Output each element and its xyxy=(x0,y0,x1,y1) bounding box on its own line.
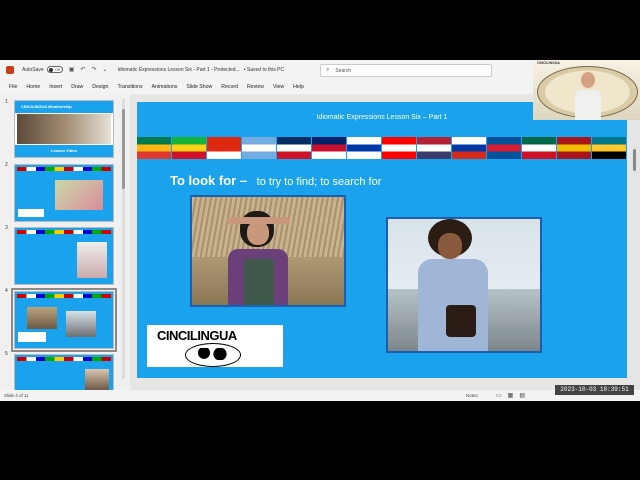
autosave-label: AutoSave xyxy=(22,66,44,73)
redo-icon[interactable]: ↷ xyxy=(91,66,96,73)
slide-scrollbar[interactable] xyxy=(632,99,637,389)
presenter xyxy=(575,72,601,120)
idiom-heading: To look for – to try to find; to search … xyxy=(170,173,381,188)
thumbnail-1-photo xyxy=(17,114,111,144)
country-flag xyxy=(277,137,311,159)
country-flag xyxy=(592,137,626,159)
country-flag xyxy=(172,137,206,159)
slide-thumbnail-pane: 1 CINCILINGUA Membership Lesson Video 2 … xyxy=(0,94,130,392)
tab-insert[interactable]: Insert xyxy=(49,84,62,90)
tab-review[interactable]: Review xyxy=(247,84,264,90)
woman-searching-bag-photo[interactable] xyxy=(386,217,542,353)
search-box[interactable]: ⌕ Search xyxy=(320,64,492,77)
slide-canvas[interactable]: Idiomatic Expressions Lesson Six – Part … xyxy=(137,102,627,378)
tab-home[interactable]: Home xyxy=(26,84,40,90)
tab-record[interactable]: Record xyxy=(221,84,238,90)
country-flag xyxy=(207,137,241,159)
country-flag xyxy=(417,137,451,159)
thumbnail-scrollbar[interactable] xyxy=(122,99,125,379)
country-flag xyxy=(347,137,381,159)
country-flag xyxy=(522,137,556,159)
slide-thumbnail-1[interactable]: CINCILINGUA Membership Lesson Video xyxy=(14,100,114,158)
slide-thumbnail-3[interactable] xyxy=(14,227,114,285)
notes-button[interactable]: Notes xyxy=(466,393,478,398)
normal-view-icon[interactable]: ▭ xyxy=(496,392,502,399)
idiom-definition: to try to find; to search for xyxy=(256,176,382,188)
autosave-toggle[interactable]: Off xyxy=(46,66,63,73)
undo-icon[interactable]: ↶ xyxy=(80,66,85,73)
status-bar: Slide 4 of 11 Notes ▭ ▦ ▤ xyxy=(0,390,640,401)
document-title: Idiomatic Expressions Lesson Six - Part … xyxy=(117,66,240,73)
thumbnail-number: 2 xyxy=(5,162,8,168)
country-flag xyxy=(557,137,591,159)
slide-thumbnail-4[interactable] xyxy=(11,288,117,352)
tab-slide-show[interactable]: Slide Show xyxy=(186,84,212,90)
thumbnail-1-caption: Lesson Video xyxy=(51,148,77,153)
webcam-logo-text: CINCILINGUA xyxy=(537,61,560,65)
customize-toolbar-icon[interactable]: ⌄ xyxy=(102,66,107,73)
thumbnail-number: 1 xyxy=(5,99,8,105)
tab-view[interactable]: View xyxy=(273,84,284,90)
search-icon: ⌕ xyxy=(326,67,330,73)
save-status[interactable]: • Saved to this PC xyxy=(244,67,284,73)
country-flag xyxy=(312,137,346,159)
tab-file[interactable]: File xyxy=(9,84,17,90)
tab-animations[interactable]: Animations xyxy=(152,84,178,90)
thumbnail-1-title: CINCILINGUA Membership xyxy=(21,104,72,109)
save-icon[interactable]: ▣ xyxy=(69,66,75,73)
slide-sorter-icon[interactable]: ▦ xyxy=(508,392,514,399)
country-flag xyxy=(137,137,171,159)
recording-timestamp: 2023-10-03 18:39:51 xyxy=(555,385,634,395)
slide-indicator: Slide 4 of 11 xyxy=(4,393,29,398)
idiom-term: To look for – xyxy=(170,173,248,188)
thumbnail-number: 5 xyxy=(5,351,8,357)
globe-icon xyxy=(185,343,241,367)
powerpoint-logo-icon xyxy=(6,65,14,74)
thumbnail-number: 4 xyxy=(5,288,8,294)
country-flag xyxy=(242,137,276,159)
workspace: 1 CINCILINGUA Membership Lesson Video 2 … xyxy=(0,94,640,392)
country-flag xyxy=(382,137,416,159)
country-flag xyxy=(487,137,521,159)
flag-banner xyxy=(137,137,627,159)
girl-looking-photo[interactable] xyxy=(190,195,346,307)
reading-view-icon[interactable]: ▤ xyxy=(519,392,525,399)
tab-design[interactable]: Design xyxy=(92,84,108,90)
webcam-overlay: CINCILINGUA xyxy=(533,60,640,120)
slide-thumbnail-5[interactable] xyxy=(14,354,114,392)
country-flag xyxy=(452,137,486,159)
slide-thumbnail-2[interactable] xyxy=(14,164,114,222)
thumbnail-number: 3 xyxy=(5,225,8,231)
tab-draw[interactable]: Draw xyxy=(71,84,83,90)
cincilingua-logo: CINCILINGUA xyxy=(147,325,283,367)
logo-wordmark: CINCILINGUA xyxy=(157,328,237,343)
search-placeholder: Search xyxy=(335,67,352,74)
tab-help[interactable]: Help xyxy=(293,84,304,90)
tab-transitions[interactable]: Transitions xyxy=(117,84,142,90)
